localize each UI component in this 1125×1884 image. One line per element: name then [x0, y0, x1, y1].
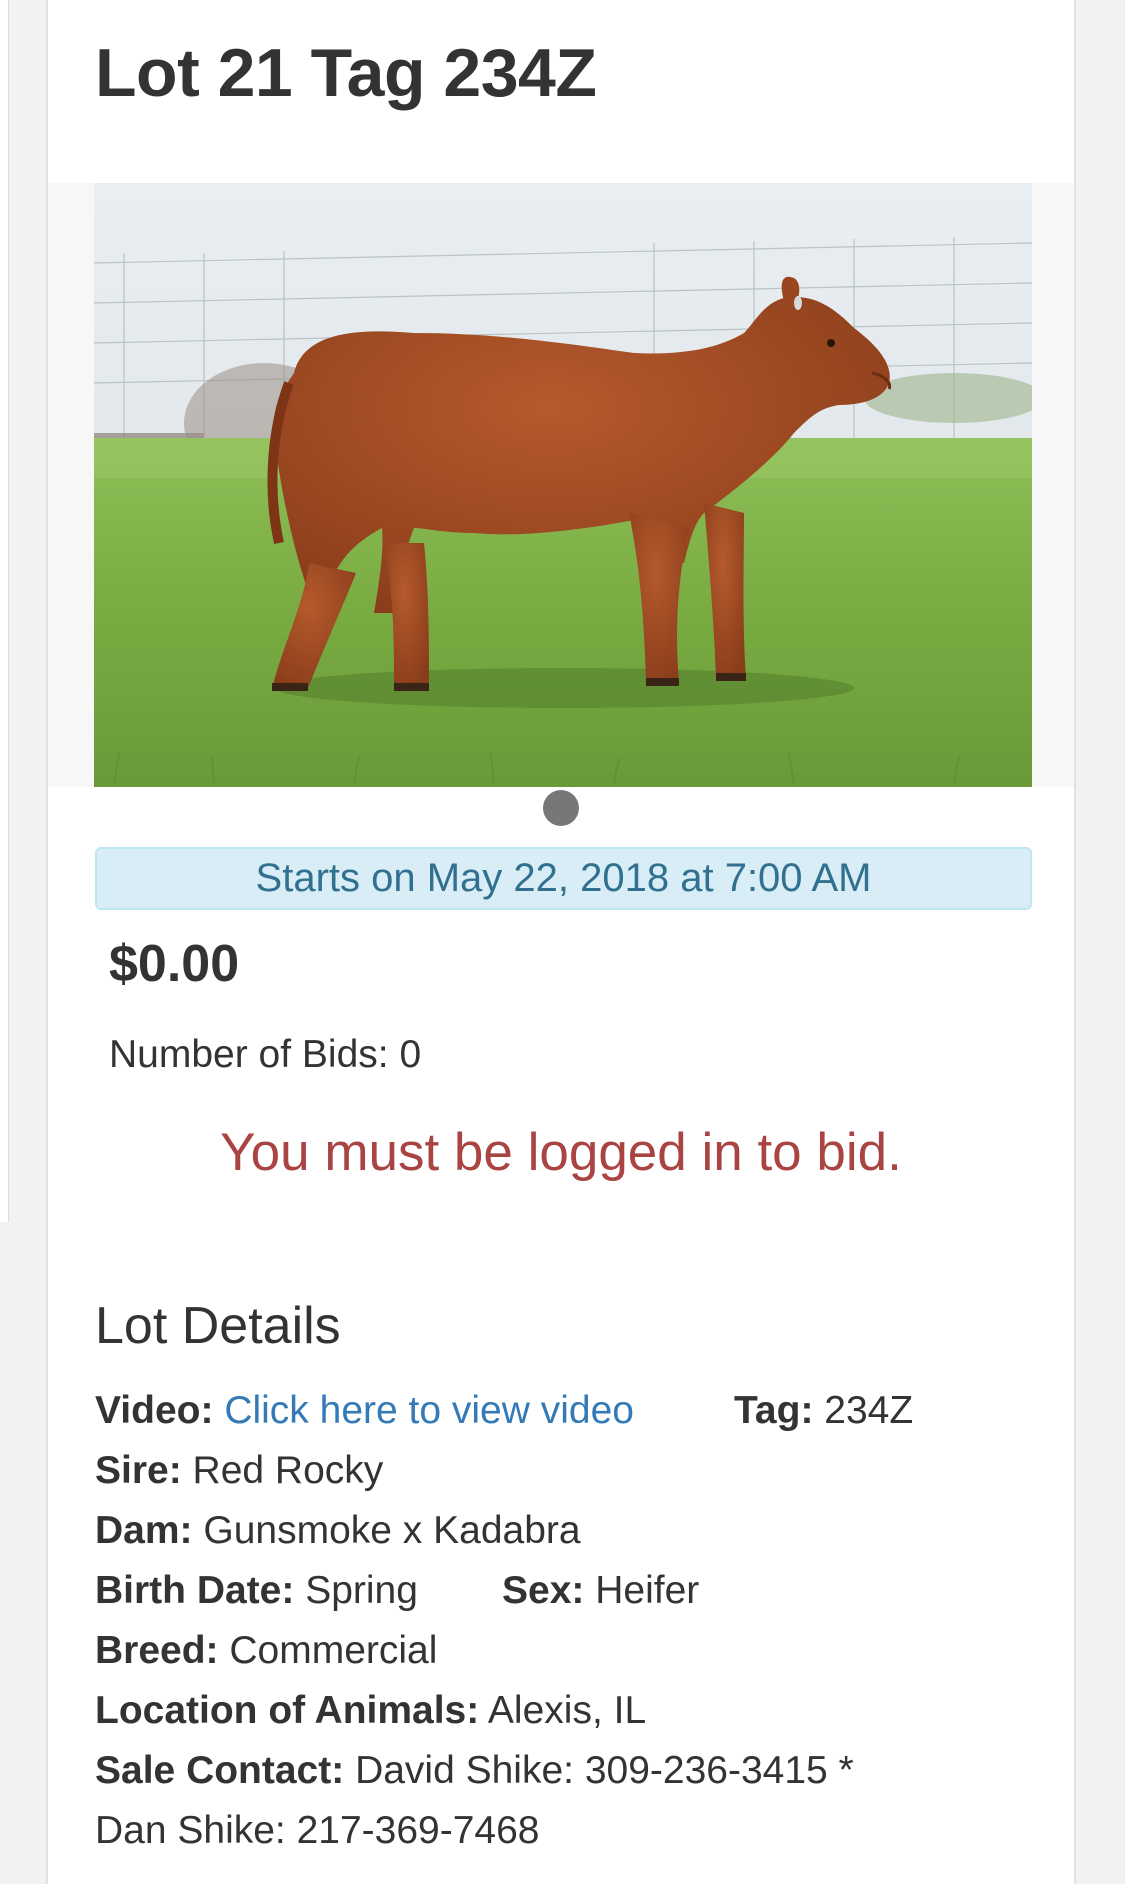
detail-location: Location of Animals: Alexis, IL [95, 1689, 646, 1733]
breed-value: Commercial [229, 1629, 438, 1672]
lot-title: Lot 21 Tag 234Z [95, 35, 597, 111]
detail-breed: Breed: Commercial [95, 1629, 437, 1673]
sale-contact-label: Sale Contact: [95, 1749, 345, 1792]
sire-label: Sire: [95, 1449, 182, 1492]
detail-birth-date: Birth Date: Spring [95, 1569, 418, 1613]
lot-details-heading: Lot Details [95, 1297, 341, 1355]
sire-value: Red Rocky [192, 1449, 384, 1492]
side-panel-edge [0, 0, 9, 1222]
view-video-link[interactable]: Click here to view video [224, 1389, 634, 1432]
sex-value: Heifer [595, 1569, 700, 1612]
page: Lot 21 Tag 234Z Starts on May 22, 2018 a… [0, 0, 1125, 1884]
detail-tag: Tag: 234Z [734, 1389, 913, 1433]
login-required-message: You must be logged in to bid. [220, 1123, 902, 1182]
photo-carousel[interactable] [48, 183, 1074, 787]
sex-label: Sex: [502, 1569, 585, 1612]
carousel-indicator-dot[interactable] [543, 790, 579, 826]
detail-video: Video: Click here to view video [95, 1389, 634, 1433]
detail-dam: Dam: Gunsmoke x Kadabra [95, 1509, 581, 1553]
tag-label: Tag: [734, 1389, 814, 1432]
location-value: Alexis, IL [487, 1689, 647, 1732]
current-price: $0.00 [109, 935, 240, 993]
breed-label: Breed: [95, 1629, 219, 1672]
detail-sale-contact: Sale Contact: David Shike: 309-236-3415 … [95, 1749, 854, 1793]
location-label: Location of Animals: [95, 1689, 480, 1732]
birth-date-label: Birth Date: [95, 1569, 295, 1612]
lot-card: Lot 21 Tag 234Z Starts on May 22, 2018 a… [46, 0, 1076, 1884]
detail-sire: Sire: Red Rocky [95, 1449, 383, 1493]
tag-value: 234Z [824, 1389, 914, 1432]
birth-date-value: Spring [305, 1569, 418, 1612]
video-label: Video: [95, 1389, 214, 1432]
sale-contact-value: David Shike: 309-236-3415 * [355, 1749, 854, 1792]
lot-photo[interactable] [94, 183, 1032, 787]
bid-count: Number of Bids: 0 [109, 1033, 422, 1076]
detail-sale-contact-2: Dan Shike: 217-369-7468 [95, 1809, 539, 1853]
detail-sex: Sex: Heifer [502, 1569, 699, 1613]
dam-value: Gunsmoke x Kadabra [203, 1509, 581, 1552]
sale-contact-value-2: Dan Shike: 217-369-7468 [95, 1809, 540, 1852]
dam-label: Dam: [95, 1509, 193, 1552]
start-time-alert: Starts on May 22, 2018 at 7:00 AM [95, 847, 1032, 910]
